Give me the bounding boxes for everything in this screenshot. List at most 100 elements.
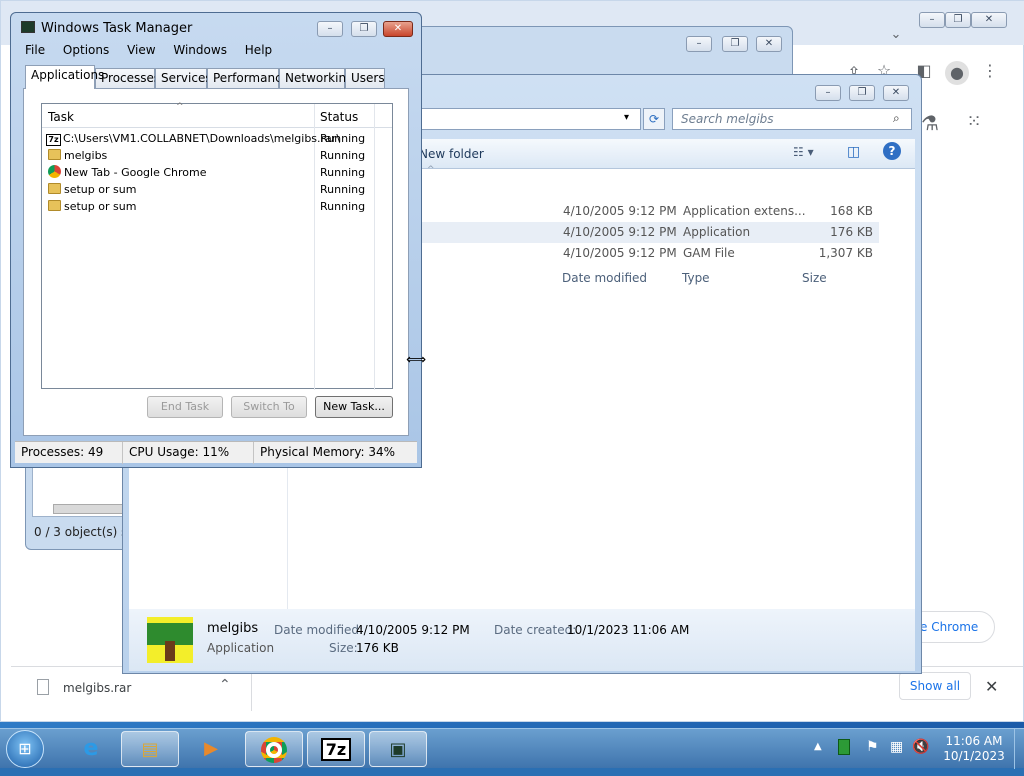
task-row[interactable]: melgibs Running	[48, 147, 386, 164]
explorer-close-button[interactable]: ✕	[883, 85, 909, 101]
explorer-minimize-button[interactable]: –	[815, 85, 841, 101]
new-task-button[interactable]: New Task...	[315, 396, 393, 418]
maximize-button[interactable]: ❐	[722, 36, 748, 52]
search-icon[interactable]: ⌕	[893, 111, 900, 126]
details-kind: Application	[207, 641, 275, 655]
folder-icon	[48, 200, 61, 211]
column-task[interactable]: Task	[48, 110, 74, 124]
task-name: New Tab - Google Chrome	[64, 166, 207, 179]
date-created-value: 10/1/2023 11:06 AM	[567, 623, 690, 637]
column-status[interactable]: Status	[320, 110, 358, 124]
end-task-button[interactable]: End Task	[147, 396, 223, 418]
task-manager-icon	[21, 21, 35, 33]
chrome-taskbar-icon[interactable]	[245, 731, 303, 767]
column-date-modified[interactable]: Date modified	[562, 267, 647, 289]
file-icon	[37, 679, 49, 695]
refresh-icon[interactable]: ⟳	[643, 108, 665, 130]
labs-flask-icon[interactable]: ⚗	[919, 111, 941, 135]
task-status: Running	[320, 183, 366, 196]
cpu-usage: CPU Usage: 11%	[123, 442, 254, 464]
switch-to-button[interactable]: Switch To	[231, 396, 307, 418]
horizontal-scrollbar[interactable]	[53, 504, 133, 514]
file-type: Application	[683, 225, 751, 239]
task-status: Running	[320, 200, 366, 213]
more-menu-icon[interactable]: ⋮	[979, 61, 1001, 80]
tab-networking[interactable]: Networking	[279, 68, 354, 88]
address-dropdown-icon[interactable]: ▾	[624, 112, 629, 123]
search-input[interactable]: Search melgibs	[672, 108, 912, 130]
explorer-maximize-button[interactable]: ❐	[849, 85, 875, 101]
file-row[interactable]: 4/10/2005 9:12 PM Application 176 KB	[419, 222, 879, 243]
task-row[interactable]: 7z C:\Users\VM1.COLLABNET\Downloads\melgi…	[46, 130, 386, 147]
show-all-button[interactable]: Show all	[899, 672, 971, 700]
column-type[interactable]: Type	[682, 267, 710, 289]
divider	[251, 671, 252, 711]
menu-help[interactable]: Help	[245, 43, 272, 57]
tab-applications[interactable]: Applications	[25, 65, 104, 89]
task-row[interactable]: setup or sum Running	[48, 181, 386, 198]
close-download-bar-icon[interactable]: ✕	[985, 677, 998, 696]
help-icon[interactable]: ?	[883, 142, 901, 160]
tab-processes[interactable]: Processes	[95, 68, 160, 88]
tm-maximize-button[interactable]: ❐	[351, 21, 377, 37]
column-size[interactable]: Size	[802, 267, 827, 289]
network-icon[interactable]: ▦	[890, 739, 903, 755]
file-row[interactable]: 4/10/2005 9:12 PM Application extens... …	[419, 201, 879, 222]
minimize-button[interactable]: –	[686, 36, 712, 52]
menu-windows[interactable]: Windows	[173, 43, 227, 57]
tab-users[interactable]: Users	[345, 68, 385, 88]
view-options-icon[interactable]: ☷ ▾	[793, 145, 814, 159]
task-row[interactable]: New Tab - Google Chrome Running	[48, 164, 386, 181]
tab-performance[interactable]: Performance	[207, 68, 289, 88]
menu-options[interactable]: Options	[63, 43, 109, 57]
date-modified-label: Date modified:	[274, 623, 364, 637]
task-name: setup or sum	[64, 183, 137, 196]
details-pane: melgibs Application Date modified: 4/10/…	[129, 609, 915, 671]
resize-cursor-icon: ⟺	[406, 352, 427, 368]
preview-pane-icon[interactable]: ◫	[847, 144, 860, 160]
task-name: melgibs	[64, 149, 108, 162]
status-bar: Processes: 49 CPU Usage: 11% Physical Me…	[15, 441, 417, 464]
apps-grid-icon[interactable]: ⁙	[963, 111, 985, 132]
show-hidden-icons-icon[interactable]: ▲	[814, 741, 822, 752]
task-manager-taskbar-icon[interactable]: ▣	[369, 731, 427, 767]
chrome-maximize-button[interactable]: ❐	[945, 12, 971, 28]
internet-explorer-icon[interactable]: e	[62, 731, 120, 767]
close-button[interactable]: ✕	[756, 36, 782, 52]
clock[interactable]: 11:06 AM 10/1/2023	[936, 734, 1012, 764]
task-list: Task ^ Status 7z C:\Users\VM1.COLLABNET\D…	[41, 102, 393, 390]
windows-explorer-icon[interactable]: ▤	[121, 731, 179, 767]
folder-icon	[48, 149, 61, 160]
task-name: C:\Users\VM1.COLLABNET\Downloads\melgibs…	[63, 132, 341, 145]
tm-close-button[interactable]: ✕	[383, 21, 413, 37]
media-player-icon[interactable]: ▶	[182, 731, 240, 767]
physical-memory: Physical Memory: 34%	[260, 445, 396, 459]
size-label: Size:	[329, 641, 358, 655]
volume-muted-icon[interactable]: 🔇	[912, 739, 929, 755]
tm-minimize-button[interactable]: –	[317, 21, 343, 37]
7zip-taskbar-icon[interactable]: 7z	[307, 731, 365, 767]
action-center-icon[interactable]: ⚑	[866, 739, 879, 755]
menu-view[interactable]: View	[127, 43, 155, 57]
file-date: 4/10/2005 9:12 PM	[563, 246, 677, 260]
file-row[interactable]: 4/10/2005 9:12 PM GAM File 1,307 KB	[419, 243, 879, 264]
download-filename[interactable]: melgibs.rar	[63, 681, 131, 695]
start-button[interactable]: ⊞	[6, 730, 44, 768]
application-thumbnail-icon	[147, 617, 193, 663]
size-value: 176 KB	[356, 641, 399, 655]
chevron-up-icon[interactable]: ⌃	[219, 677, 231, 693]
show-desktop-button[interactable]	[1014, 729, 1024, 769]
chrome-minimize-button[interactable]: –	[919, 12, 945, 28]
status-text: 0 / 3 object(s) se	[34, 525, 135, 539]
chrome-close-button[interactable]: ✕	[971, 12, 1007, 28]
profile-avatar-icon[interactable]: ●	[945, 61, 969, 85]
task-row[interactable]: setup or sum Running	[48, 198, 386, 215]
menu-file[interactable]: File	[25, 43, 45, 57]
new-folder-button[interactable]: New folder	[419, 147, 484, 161]
tab-services[interactable]: Services	[155, 68, 212, 88]
file-date: 4/10/2005 9:12 PM	[563, 225, 677, 239]
window-title: Windows Task Manager	[41, 21, 193, 36]
chevron-down-icon[interactable]: ⌄	[885, 27, 907, 42]
file-size: 176 KB	[830, 225, 873, 239]
tray-app-icon[interactable]	[838, 739, 850, 755]
